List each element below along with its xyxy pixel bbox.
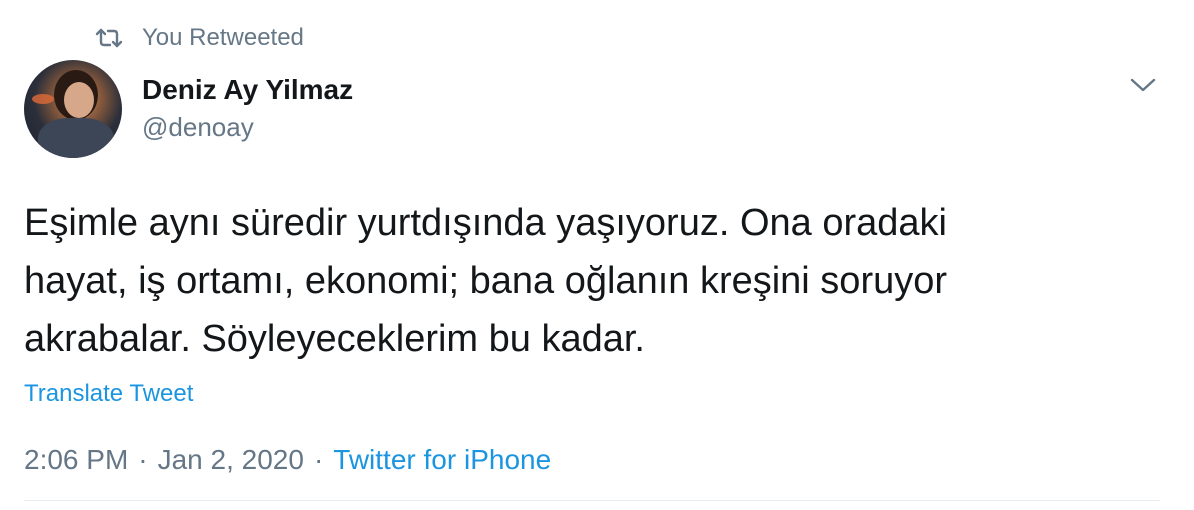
translate-tweet-link[interactable]: Translate Tweet — [24, 380, 193, 408]
meta-separator: · — [313, 444, 324, 475]
chevron-down-icon — [1129, 77, 1157, 98]
retweet-context: You Retweeted — [94, 22, 304, 54]
tweet-menu-button[interactable] — [1126, 74, 1160, 100]
meta-separator: · — [138, 444, 148, 475]
author-name[interactable]: Deniz Ay Yilmaz — [142, 74, 353, 106]
retweet-label: You Retweeted — [142, 24, 304, 51]
tweet-date[interactable]: Jan 2, 2020 — [158, 444, 304, 476]
avatar[interactable] — [24, 60, 122, 158]
tweet-source-link[interactable]: Twitter for iPhone — [333, 444, 551, 476]
author-handle[interactable]: @denoay — [142, 112, 254, 143]
retweet-icon — [94, 27, 124, 49]
divider — [24, 500, 1160, 501]
tweet-meta: 2:06 PM · Jan 2, 2020 · Twitter for iPho… — [24, 444, 551, 476]
tweet-time[interactable]: 2:06 PM — [24, 444, 128, 476]
tweet-text: Eşimle aynı süredir yurtdışında yaşıyoru… — [24, 202, 948, 360]
